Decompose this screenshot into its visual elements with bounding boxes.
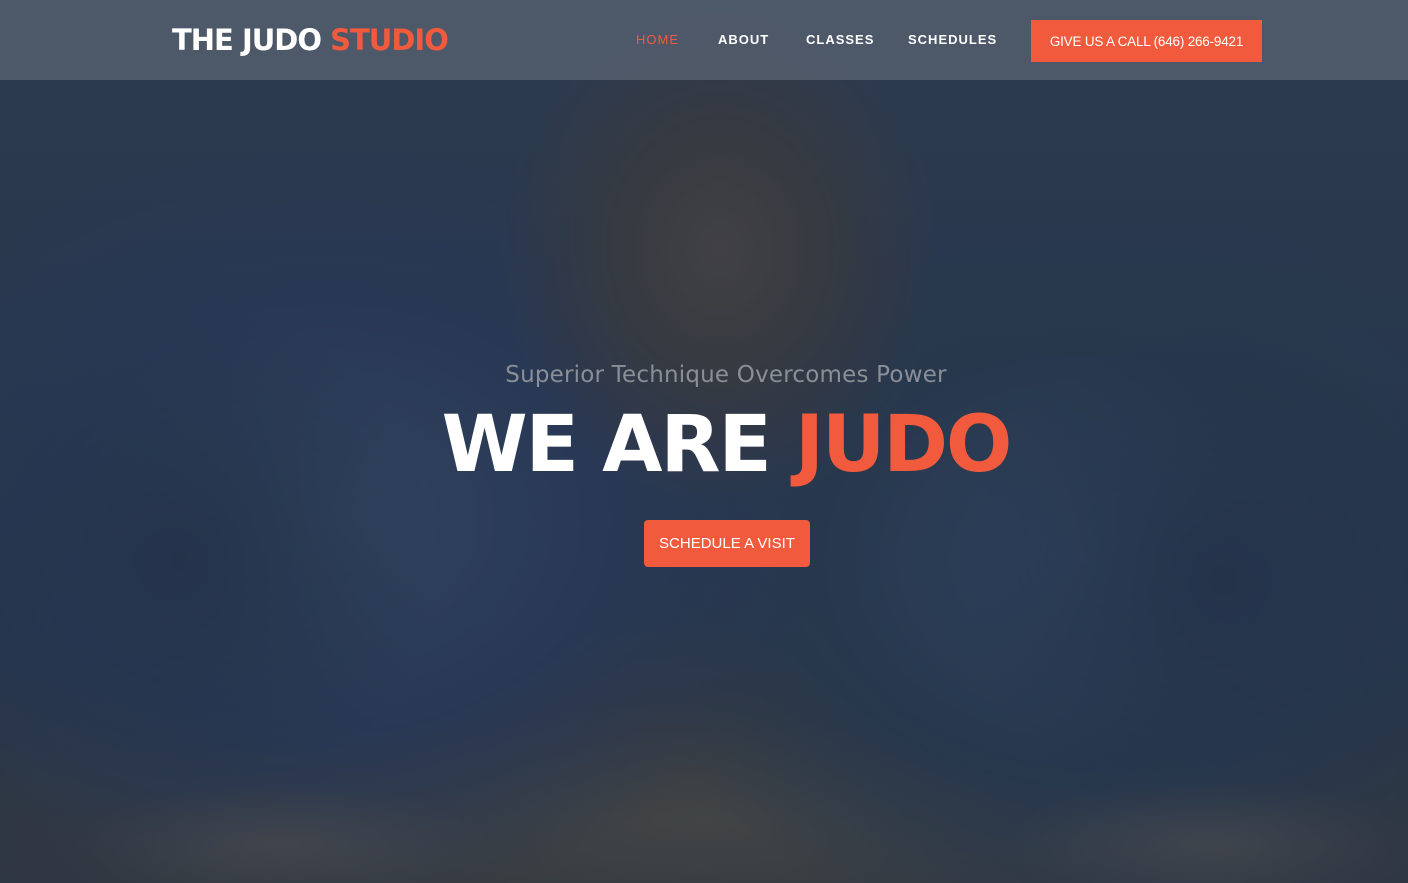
headline-main-text: WE ARE	[441, 400, 772, 490]
call-button[interactable]: GIVE US A CALL (646) 266-9421	[1031, 20, 1262, 62]
hero-tagline: Superior Technique Overcomes Power	[505, 362, 947, 388]
nav-home[interactable]: HOME	[636, 30, 679, 50]
nav-schedules[interactable]: SCHEDULES	[908, 30, 997, 50]
headline-accent-text: JUDO	[794, 400, 1012, 490]
hero-headline: WE ARE JUDO	[0, 400, 1408, 490]
nav-classes[interactable]: CLASSES	[806, 30, 874, 50]
site-header: THE JUDO STUDIO HOME ABOUT CLASSES SCHED…	[0, 0, 1408, 80]
schedule-visit-button[interactable]: SCHEDULE A VISIT	[644, 520, 810, 567]
nav-about[interactable]: ABOUT	[718, 30, 769, 50]
